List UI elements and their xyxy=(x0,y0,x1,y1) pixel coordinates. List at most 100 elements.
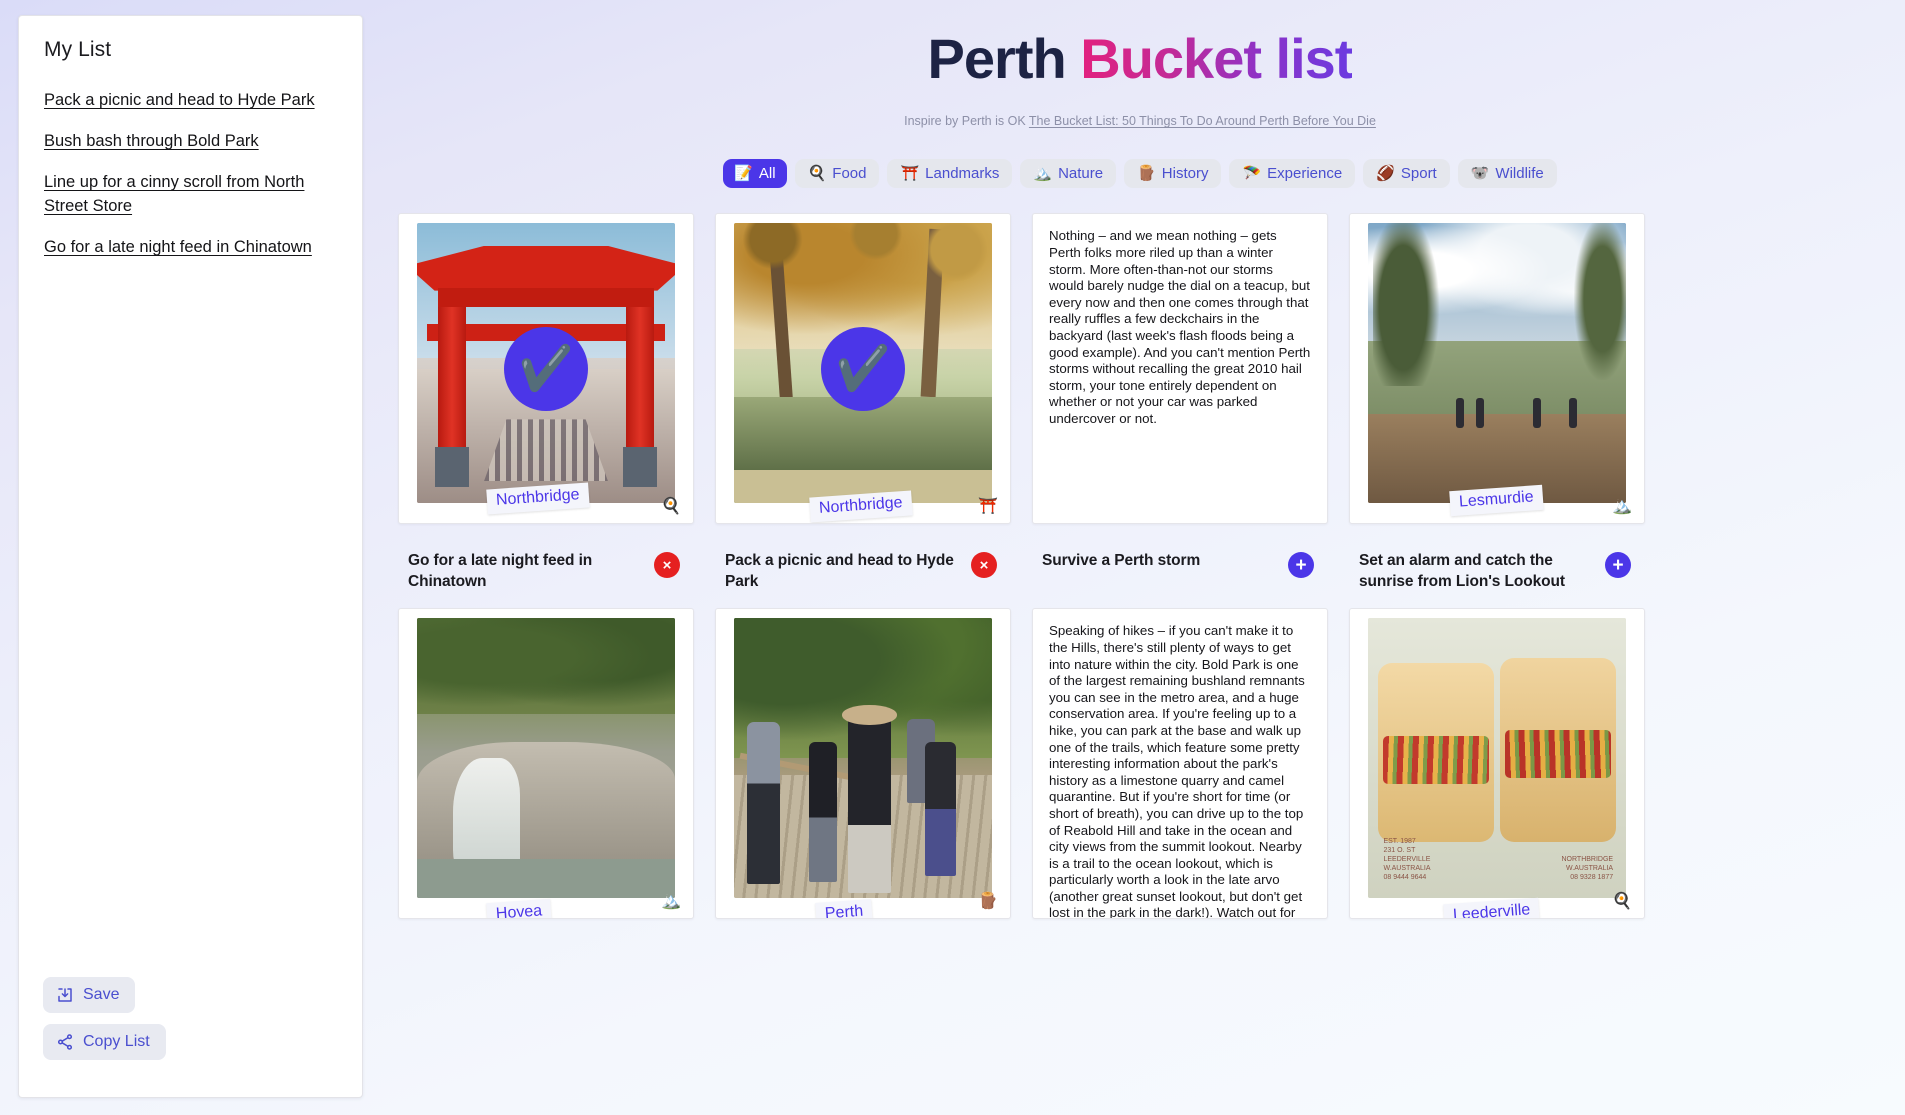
tab-food[interactable]: 🍳 Food xyxy=(794,159,880,189)
photo-layer xyxy=(626,307,655,453)
cooking-icon: 🍳 xyxy=(661,498,681,516)
sidebar-list-item[interactable]: Pack a picnic and head to Hyde Park xyxy=(44,88,337,112)
subtitle-prefix: Inspire by Perth is OK xyxy=(904,114,1029,129)
parachute-icon: 🪂 xyxy=(1242,165,1262,183)
card-footer xyxy=(1032,919,1328,1003)
card-footer: Go for a late night feed in Chinatown × xyxy=(398,524,694,608)
tab-landmarks[interactable]: ⛩️ Landmarks xyxy=(887,159,1013,189)
roll-left-stamp: EST. 1987 231 O. ST LEEDERVILLE W.AUSTRALIA… xyxy=(1383,837,1431,881)
card-footer xyxy=(398,919,694,1003)
photo-figure xyxy=(1455,397,1464,428)
bucket-list-card[interactable]: Perth 🪵 xyxy=(715,608,1011,920)
share-nodes-icon xyxy=(56,1033,74,1051)
photo-layer xyxy=(842,705,897,725)
card-media: EST. 1987 231 O. ST LEEDERVILLE W.AUSTRALIA… xyxy=(1368,618,1626,899)
card-footer: Survive a Perth storm + xyxy=(1032,524,1328,608)
photo-layer xyxy=(847,713,892,893)
tab-history[interactable]: 🪵 History xyxy=(1124,159,1222,189)
photo-figure xyxy=(1476,397,1485,428)
location-tag: Northbridge xyxy=(809,490,913,523)
tab-label: Sport xyxy=(1400,165,1437,183)
remove-from-list-button[interactable]: × xyxy=(971,552,997,579)
card-title: Set an alarm and catch the sunrise from … xyxy=(1359,552,1565,591)
tab-sport[interactable]: 🏈 Sport xyxy=(1363,159,1450,189)
shinto-shrine-icon: ⛩️ xyxy=(978,498,998,516)
tab-wildlife[interactable]: 🐨 Wildlife xyxy=(1457,159,1557,189)
card-media xyxy=(417,618,675,899)
photo-layer xyxy=(746,722,781,885)
photo-figure xyxy=(1533,397,1542,428)
photo-figure xyxy=(1569,397,1578,428)
card-footer xyxy=(715,919,1011,1003)
photo-layer xyxy=(1373,223,1441,386)
add-to-list-button[interactable]: + xyxy=(1288,552,1314,579)
card-title: Survive a Perth storm xyxy=(1042,552,1201,570)
location-tag: Lesmurdie xyxy=(1449,485,1544,517)
category-filter-tabs: 📝 All 🍳 Food ⛩️ Landmarks 🏔️ Nature 🪵 History 🪂 Exp… xyxy=(375,159,1905,189)
location-tag: Hovea xyxy=(486,899,553,919)
card-photo: EST. 1987 231 O. ST LEEDERVILLE W.AUSTRALIA… xyxy=(1368,618,1626,899)
cooking-icon: 🍳 xyxy=(807,165,827,183)
shinto-shrine-icon: ⛩️ xyxy=(900,165,920,183)
card-photo xyxy=(417,618,675,899)
sidebar-title: My List xyxy=(44,38,112,61)
page-title-bucket-list: Bucket list xyxy=(1080,27,1353,90)
wood-icon: 🪵 xyxy=(978,893,998,911)
page-title: Perth Bucket list xyxy=(375,0,1905,91)
checked-badge-icon: ✔️ xyxy=(821,326,905,411)
tab-label: History xyxy=(1161,165,1209,183)
bucket-list-card[interactable]: Hovea 🏔️ xyxy=(398,608,694,920)
bucket-list-grid: ✔️ Northbridge 🍳 ✔️ Northbridge ⛩️ Nothing – a… xyxy=(375,213,1905,1003)
tab-label: All xyxy=(758,165,776,183)
bucket-list-card[interactable]: Nothing – and we mean nothing – gets Per… xyxy=(1032,213,1328,525)
photo-layer xyxy=(1383,735,1490,784)
remove-from-list-button[interactable]: × xyxy=(654,552,680,579)
sidebar-list-item[interactable]: Line up for a cinny scroll from North St… xyxy=(44,170,337,218)
card-photo xyxy=(1368,223,1626,504)
memo-icon: 📝 xyxy=(734,165,753,183)
wood-icon: 🪵 xyxy=(1137,165,1156,183)
page-title-perth: Perth xyxy=(927,27,1081,90)
add-to-list-button[interactable]: + xyxy=(1605,552,1631,579)
snow-mountain-icon: 🏔️ xyxy=(661,893,681,911)
card-footer: Pack a picnic and head to Hyde Park × xyxy=(715,524,1011,608)
tab-label: Wildlife xyxy=(1495,165,1544,183)
bucket-list-card[interactable]: ✔️ Northbridge 🍳 xyxy=(398,213,694,525)
card-media xyxy=(1368,223,1626,504)
bucket-list-card[interactable]: Speaking of hikes – if you can't make it… xyxy=(1032,608,1328,920)
tab-label: Nature xyxy=(1058,165,1104,183)
tab-label: Food xyxy=(832,165,867,183)
photo-layer xyxy=(417,618,675,714)
tab-nature[interactable]: 🏔️ Nature xyxy=(1020,159,1117,189)
photo-layer xyxy=(808,741,838,882)
save-download-icon xyxy=(56,986,74,1004)
card-title: Go for a late night feed in Chinatown xyxy=(408,552,593,591)
location-tag: Leederville xyxy=(1443,898,1541,919)
bucket-list-card[interactable]: EST. 1987 231 O. ST LEEDERVILLE W.AUSTRALIA… xyxy=(1349,608,1645,920)
photo-layer xyxy=(1574,223,1626,381)
card-footer: Set an alarm and catch the sunrise from … xyxy=(1349,524,1645,608)
sidebar-list-item[interactable]: Go for a late night feed in Chinatown xyxy=(44,235,337,259)
card-title: Pack a picnic and head to Hyde Park xyxy=(725,552,954,591)
copy-list-button[interactable]: Copy List xyxy=(43,1024,166,1060)
copy-list-button-label: Copy List xyxy=(83,1033,150,1050)
tab-label: Experience xyxy=(1267,165,1343,183)
save-button[interactable]: Save xyxy=(43,977,136,1013)
tab-all[interactable]: 📝 All xyxy=(723,159,787,189)
football-icon: 🏈 xyxy=(1376,165,1395,183)
snow-mountain-icon: 🏔️ xyxy=(1033,165,1053,183)
sidebar-actions: Save Copy List xyxy=(43,977,166,1071)
sidebar-list: Pack a picnic and head to Hyde Park Bush … xyxy=(19,62,362,259)
sidebar-list-item[interactable]: Bush bash through Bold Park xyxy=(44,129,337,153)
photo-layer xyxy=(437,307,466,453)
tab-experience[interactable]: 🪂 Experience xyxy=(1229,159,1356,189)
photo-layer xyxy=(437,287,655,308)
checked-badge-icon: ✔️ xyxy=(504,326,588,411)
bucket-list-card[interactable]: Lesmurdie 🏔️ xyxy=(1349,213,1645,525)
subtitle-source-link[interactable]: The Bucket List: 50 Things To Do Around … xyxy=(1029,114,1376,128)
card-photo xyxy=(734,618,992,899)
roll-right-stamp: NORTHBRIDGE W.AUSTRALIA 08 9328 1877 xyxy=(1561,855,1614,881)
snow-mountain-icon: 🏔️ xyxy=(1612,498,1632,516)
bucket-list-card[interactable]: ✔️ Northbridge ⛩️ xyxy=(715,213,1011,525)
save-button-label: Save xyxy=(83,986,120,1003)
